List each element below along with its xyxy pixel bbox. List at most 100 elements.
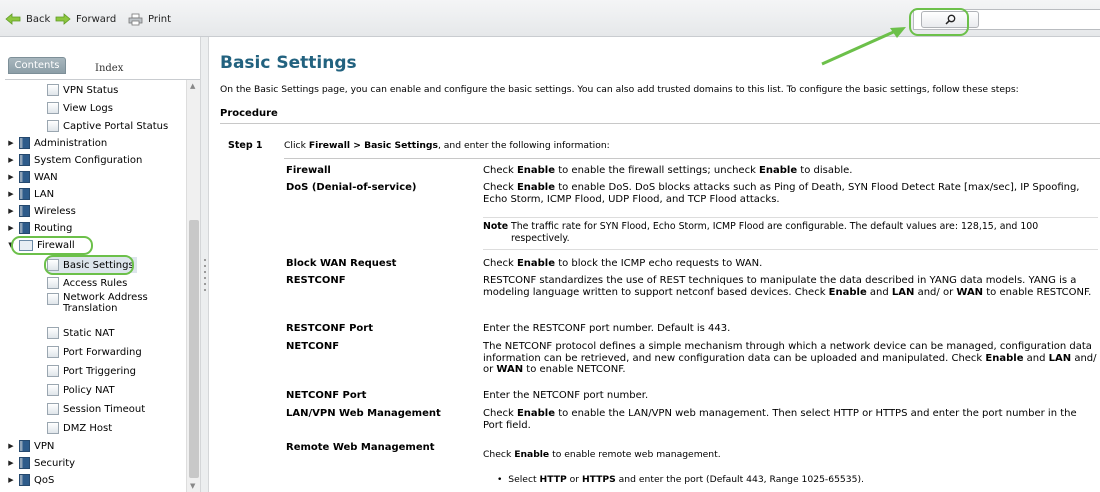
note-block: Note The traffic rate for SYN Flood, Ech… [483,221,1098,245]
tab-contents[interactable]: Contents [8,57,66,74]
row-term: Firewall [286,165,331,176]
bullet-dot-icon: • [497,474,509,485]
expand-triangle-icon[interactable]: ▶ [7,156,15,164]
back-button[interactable]: Back [5,11,50,27]
tab-index[interactable]: Index [95,63,123,74]
desc-text: Check [483,408,517,419]
row-term: RESTCONF [286,275,346,286]
scroll-down-icon[interactable]: ▼ [190,482,195,490]
back-arrow-icon [5,13,21,25]
pane-splitter[interactable] [200,37,209,492]
page-icon [47,102,59,114]
step-text-part: , and enter the following information: [437,140,610,151]
bullet-text: and enter the port (Default 443, Range 1… [615,474,864,485]
tree-item-lan[interactable]: ▶ LAN [7,186,54,202]
desc-text: and [1023,352,1049,364]
page-icon [47,120,59,132]
row-description: Check Enable to enable the LAN/VPN web m… [483,408,1098,431]
expand-triangle-icon[interactable]: ▶ [7,190,15,198]
tree-item-administration[interactable]: ▶ Administration [7,135,107,151]
desc-text: to enable NETCONF. [523,364,626,375]
page-icon [47,277,59,289]
tree-item-session-timeout[interactable]: Session Timeout [47,401,145,417]
row-term: LAN/VPN Web Management [286,408,441,419]
tree-item-label: Network Address Translation [63,292,148,314]
intro-text: On the Basic Settings page, you can enab… [220,84,1019,95]
page-icon [47,403,59,415]
book-icon [19,205,30,217]
firewall-highlight-oval [11,236,93,255]
row-term: RESTCONF Port [286,323,373,334]
tree-item-view-logs[interactable]: View Logs [47,100,113,116]
desc-text: and [866,286,892,298]
grip-dot [204,265,206,267]
desc-bold: Enable [985,352,1024,364]
tree-item-access-rules[interactable]: Access Rules [47,275,127,291]
expand-triangle-icon[interactable]: ▶ [7,207,15,215]
tree-item-wan[interactable]: ▶ WAN [7,169,58,185]
expand-triangle-icon[interactable]: ▶ [7,459,15,467]
tree-item-label: QoS [34,474,55,486]
tree-item-static-nat[interactable]: Static NAT [47,325,114,341]
sidebar-scrollbar[interactable]: ▲ ▼ [186,80,200,492]
page-icon [47,384,59,396]
tree-item-label: Session Timeout [63,403,146,415]
tree-item-policy-nat[interactable]: Policy NAT [47,382,115,398]
page-icon [47,365,59,377]
grip-dot [204,277,206,279]
scroll-thumb[interactable] [189,220,199,478]
expand-triangle-icon[interactable]: ▶ [7,442,15,450]
tree-item-port-forwarding[interactable]: Port Forwarding [47,344,142,360]
expand-triangle-icon[interactable]: ▶ [7,476,15,484]
tree-item-captive-portal-status[interactable]: Captive Portal Status [47,118,168,134]
expand-triangle-icon[interactable]: ▶ [7,139,15,147]
tree-item-label: Policy NAT [63,384,115,396]
bullet-item: • Select HTTP or HTTPS and enter the por… [497,474,864,485]
desc-text: to enable remote web management. [549,449,721,460]
tree-item-routing[interactable]: ▶ Routing [7,220,72,236]
tree-item-label: Access Rules [63,277,128,289]
expand-triangle-icon[interactable]: ▶ [7,173,15,181]
desc-text: Check [483,449,515,460]
desc-text: and/ or [914,286,957,298]
tree-item-security[interactable]: ▶ Security [7,455,75,471]
row-description: RESTCONF standardizes the use of REST te… [483,275,1098,298]
tree-item-wireless[interactable]: ▶ Wireless [7,203,76,219]
desc-text: to enable the firewall settings; uncheck [555,165,760,176]
book-icon [19,457,30,469]
tree-item-system-configuration[interactable]: ▶ System Configuration [7,152,142,168]
tree-item-vpn[interactable]: ▶ VPN [7,438,54,454]
tree-item-qos[interactable]: ▶ QoS [7,472,54,488]
tree-item-vpn-status[interactable]: VPN Status [47,82,118,98]
page-icon [47,422,59,434]
tree-item-network-address-translation[interactable]: Network Address Translation [47,292,163,320]
tree-item-port-triggering[interactable]: Port Triggering [47,363,136,379]
desc-text: to enable RESTCONF. [983,286,1092,298]
scroll-up-icon[interactable]: ▲ [190,82,195,90]
forward-arrow-icon [55,13,71,25]
tree-item-label: System Configuration [34,154,143,166]
tree-item-label: VPN Status [63,84,119,96]
search-highlight-oval [909,8,969,36]
tree-item-dmz-host[interactable]: DMZ Host [47,420,112,436]
page-icon [47,327,59,339]
row-term: DoS (Denial-of-service) [286,182,417,193]
print-button[interactable]: Print [128,11,171,27]
desc-bold: WAN [496,364,524,375]
back-label: Back [26,13,51,25]
expand-triangle-icon[interactable]: ▶ [7,224,15,232]
forward-label: Forward [76,13,117,25]
bullet-bold: HTTP [539,474,567,485]
tree-item-label: VPN [34,440,55,452]
desc-bold: Enable [516,182,556,193]
main-content: Basic Settings On the Basic Settings pag… [209,37,1100,492]
row-description: Check Enable to enable the firewall sett… [483,165,1098,177]
tree-item-label: Wireless [34,205,76,217]
desc-text: Check [483,165,517,176]
step-label: Step 1 [228,140,263,151]
page-title: Basic Settings [220,53,357,73]
grip-dot [204,283,206,285]
forward-button[interactable]: Forward [55,11,116,27]
page-icon [47,293,59,305]
desc-text: to block the ICMP echo requests to WAN. [555,258,763,269]
